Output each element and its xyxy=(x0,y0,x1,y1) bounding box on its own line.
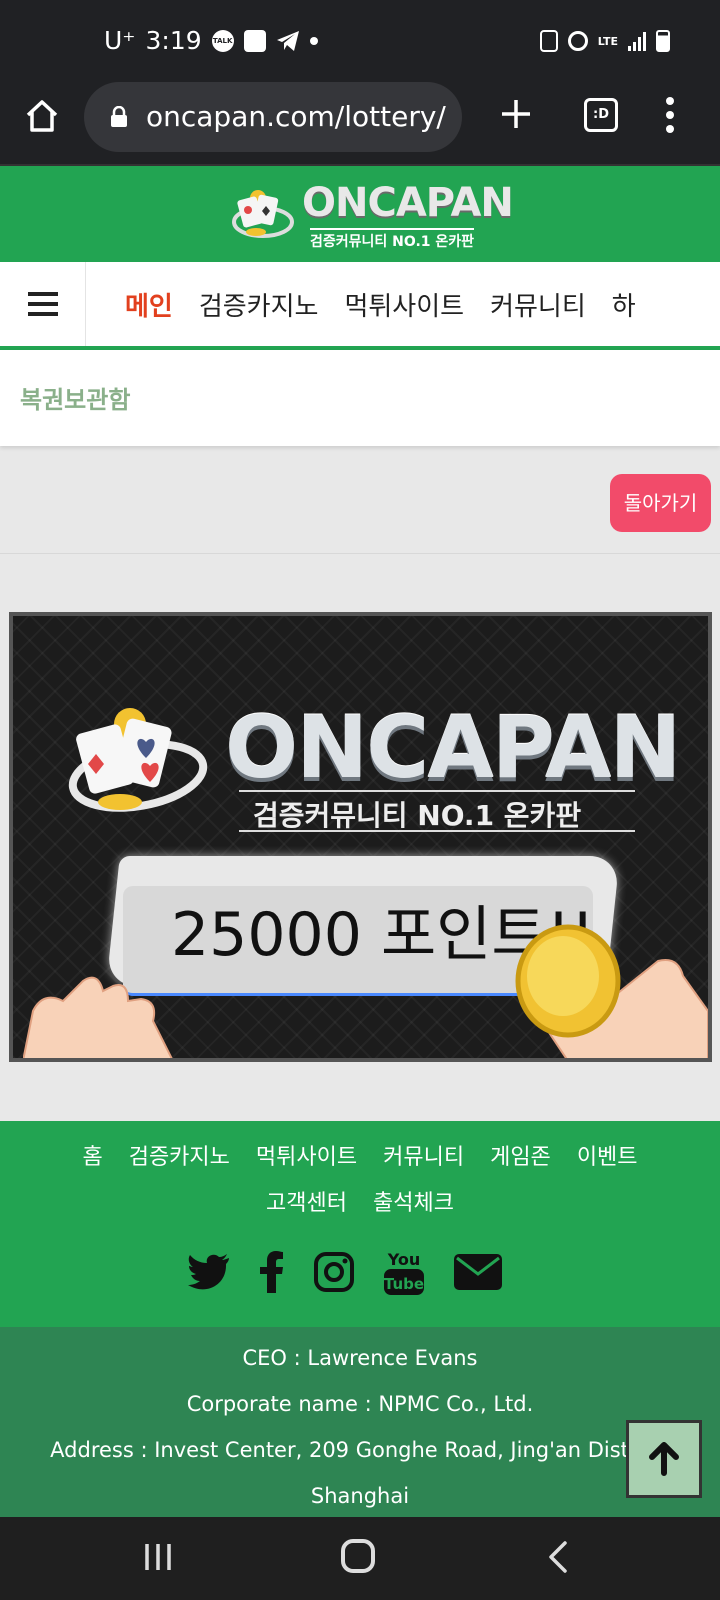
banner-rule-bottom xyxy=(239,830,635,832)
lock-icon xyxy=(111,106,127,127)
nav-item-main[interactable]: 메인 xyxy=(125,286,173,323)
youtube-label-you: You xyxy=(387,1250,421,1269)
corporate-name-line: Corporate name : NPMC Co., Ltd. xyxy=(186,1392,534,1416)
footer-link-verified-casino[interactable]: 검증카지노 xyxy=(129,1135,230,1181)
scroll-to-top-button[interactable] xyxy=(626,1420,702,1498)
twitter-icon[interactable] xyxy=(188,1254,230,1290)
nav-item-scam-sites[interactable]: 먹튀사이트 xyxy=(344,286,464,323)
tab-switcher-button[interactable]: :D xyxy=(584,98,618,132)
status-bar: U⁺ 3:19 TALK LTE xyxy=(0,0,720,80)
footer-link-customer-center[interactable]: 고객센터 xyxy=(266,1181,347,1227)
page-title-bar: 복권보관함 xyxy=(0,350,720,446)
lottery-ticket-banner[interactable]: ONCAPAN 검증커뮤니티 NO.1 온카판 25000 포인트!! xyxy=(9,612,712,1062)
left-hand-illustration xyxy=(23,976,173,1058)
recents-icon[interactable] xyxy=(143,1542,173,1572)
youtube-label-tube: Tube xyxy=(384,1275,424,1293)
site-header: ONCAPAN 검증커뮤니티 NO.1 온카판 xyxy=(0,166,720,262)
arrow-up-icon xyxy=(649,1442,679,1476)
system-nav-bar xyxy=(0,1517,720,1600)
logo-wordmark: ONCAPAN xyxy=(302,180,514,226)
hamburger-menu-icon[interactable] xyxy=(0,262,86,346)
new-tab-icon[interactable] xyxy=(498,96,534,132)
address-bar[interactable]: oncapan.com/lottery/ xyxy=(84,82,462,152)
instagram-icon[interactable] xyxy=(314,1252,354,1292)
battery-saver-icon xyxy=(539,30,558,52)
company-info: CEO : Lawrence Evans Corporate name : NP… xyxy=(0,1327,720,1517)
site-logo[interactable]: ONCAPAN 검증커뮤니티 NO.1 온카판 xyxy=(232,180,514,251)
mail-icon[interactable] xyxy=(454,1254,502,1290)
banner-wordmark: ONCAPAN xyxy=(225,698,681,798)
ceo-line: CEO : Lawrence Evans xyxy=(242,1346,478,1370)
logo-tagline: 검증커뮤니티 NO.1 온카판 xyxy=(310,228,475,251)
address-line: Address : Invest Center, 209 Gonghe Road… xyxy=(50,1438,670,1462)
footer-link-home[interactable]: 홈 xyxy=(82,1135,102,1181)
overflow-menu-icon[interactable] xyxy=(664,94,676,138)
browser-toolbar: oncapan.com/lottery/ :D xyxy=(0,80,720,166)
cards-emblem-icon xyxy=(68,708,208,812)
address-line-2: Shanghai xyxy=(310,1484,410,1508)
battery-icon xyxy=(656,30,670,52)
footer-nav: 홈 검증카지노 먹튀사이트 커뮤니티 게임존 이벤트 고객센터 출석체크 You Tube xyxy=(0,1121,720,1327)
url-text: oncapan.com/lottery/ xyxy=(146,100,446,133)
banner-tagline: 검증커뮤니티 NO.1 온카판 xyxy=(253,799,582,832)
right-hand-coin-illustration xyxy=(515,924,708,1058)
footer-link-events[interactable]: 이벤트 xyxy=(577,1135,638,1181)
home-icon[interactable] xyxy=(24,98,60,134)
cards-logo-icon xyxy=(232,190,294,238)
nav-item-truncated[interactable]: 하 xyxy=(612,286,636,323)
footer-link-attendance[interactable]: 출석체크 xyxy=(373,1181,454,1227)
facebook-icon[interactable] xyxy=(260,1251,284,1293)
social-links: You Tube xyxy=(188,1249,502,1295)
camera-app-icon xyxy=(243,29,266,52)
footer-link-scam-sites[interactable]: 먹튀사이트 xyxy=(256,1135,357,1181)
back-arrow-icon[interactable] xyxy=(548,1541,568,1573)
telegram-icon xyxy=(276,30,299,51)
footer-link-community[interactable]: 커뮤니티 xyxy=(383,1135,464,1181)
alarm-icon xyxy=(567,31,588,51)
kakaotalk-icon: TALK xyxy=(211,29,234,52)
main-nav: 메인 검증카지노 먹튀사이트 커뮤니티 하 xyxy=(0,262,720,350)
nav-item-community[interactable]: 커뮤니티 xyxy=(490,286,586,323)
home-button-icon[interactable] xyxy=(341,1539,375,1573)
clock: 3:19 xyxy=(145,26,202,55)
youtube-icon[interactable]: You Tube xyxy=(384,1249,424,1295)
banner-rule-top xyxy=(239,790,635,792)
carrier-label: U⁺ xyxy=(104,26,136,55)
page-title: 복권보관함 xyxy=(20,386,131,414)
nav-item-verified-casino[interactable]: 검증카지노 xyxy=(199,286,319,323)
notification-dot xyxy=(309,36,318,45)
signal-icon xyxy=(628,31,646,51)
footer-link-game-zone[interactable]: 게임존 xyxy=(490,1135,551,1181)
network-type-label: LTE xyxy=(597,34,618,48)
back-button[interactable]: 돌아가기 xyxy=(610,474,711,532)
